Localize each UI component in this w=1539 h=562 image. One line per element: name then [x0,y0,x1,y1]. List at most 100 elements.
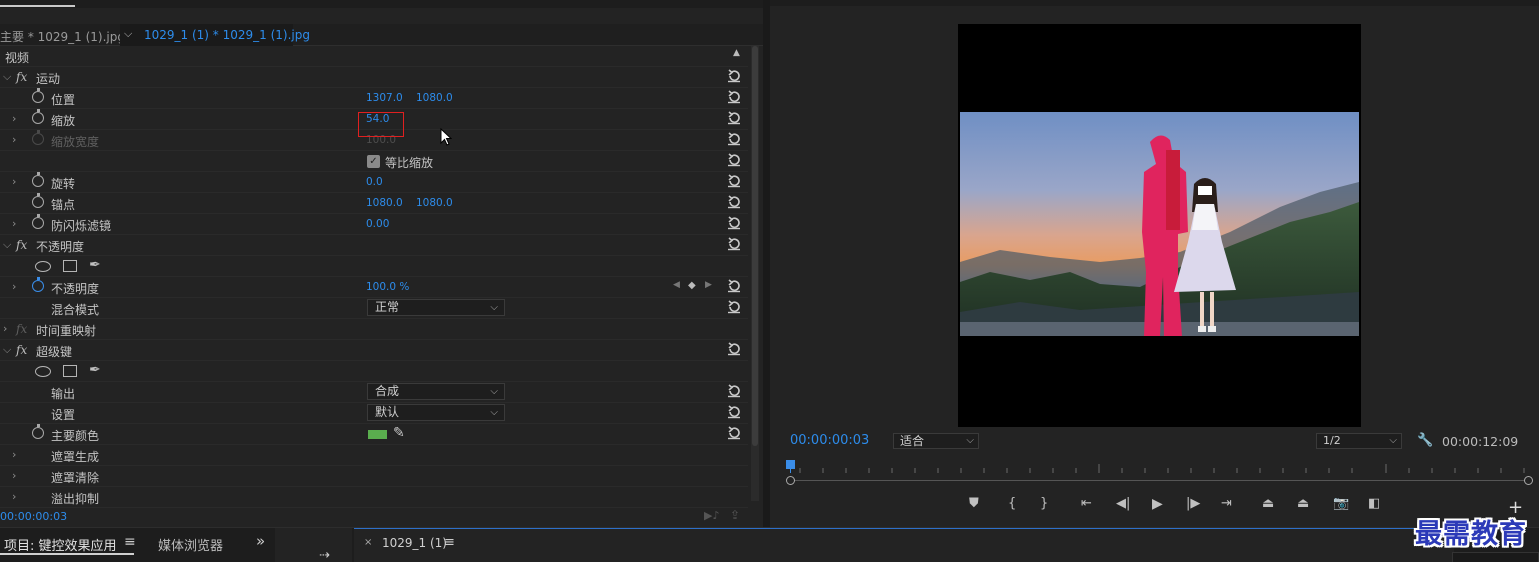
effect-opacity[interactable]: ⌵ fx 不透明度 [0,235,748,256]
lift-icon[interactable]: ⏏ [1262,496,1274,511]
close-icon[interactable]: × [364,537,372,548]
rectangle-mask-icon[interactable] [63,260,77,272]
extract-icon[interactable]: ⏏ [1297,496,1309,511]
ellipse-mask-icon[interactable] [35,261,51,272]
uniform-scale-checkbox[interactable]: ✓ [367,155,380,168]
fx-icon[interactable]: fx [16,238,27,252]
resolution-dropdown[interactable]: 1/2 ⌵ [1316,433,1402,449]
eyedropper-icon[interactable]: ✎ [393,425,405,441]
pen-mask-icon[interactable]: ✒ [89,257,101,273]
export-icon[interactable]: ⇪ [730,508,740,522]
comparison-view-icon[interactable]: ◧ [1368,496,1380,511]
reset-icon[interactable] [727,237,741,251]
wrench-settings-icon[interactable]: 🔧 [1417,433,1433,448]
play-audio-icon[interactable]: ▶♪ [704,509,719,522]
reset-icon[interactable] [727,405,741,419]
go-to-out-icon[interactable]: ⇥ [1221,496,1232,511]
reset-icon[interactable] [727,174,741,188]
stopwatch-icon[interactable] [32,277,44,292]
ellipse-mask-icon[interactable] [35,366,51,377]
panel-menu-icon[interactable]: ≡ [124,534,136,550]
reset-icon[interactable] [727,426,741,440]
scrollbar-thumb[interactable] [752,46,758,446]
more-panels-icon[interactable]: » [256,532,265,550]
play-icon[interactable]: ▶ [1152,496,1163,512]
step-forward-icon[interactable]: |▶ [1186,496,1200,511]
stopwatch-icon[interactable] [32,172,44,187]
chevron-right-icon[interactable]: › [12,469,16,482]
chevron-down-icon[interactable]: ⌵ [124,27,132,41]
timeline-ruler[interactable] [786,458,1533,488]
zoom-fit-dropdown[interactable]: 适合 ⌵ [893,433,979,449]
sequence-tab[interactable]: 1029_1 (1) [382,536,447,550]
reset-icon[interactable] [727,111,741,125]
blend-mode-dropdown[interactable]: 正常 ⌵ [367,299,505,316]
opacity-value[interactable]: 100.0 % [366,281,409,293]
stopwatch-icon[interactable] [32,214,44,229]
reset-icon[interactable] [727,216,741,230]
chevron-down-icon[interactable]: ⌵ [3,70,11,84]
key-color-swatch[interactable] [368,430,387,439]
current-timecode[interactable]: 00:00:00:03 [790,433,869,448]
rotation-value[interactable]: 0.0 [366,176,383,188]
position-y-value[interactable]: 1080.0 [416,92,453,104]
reset-icon[interactable] [727,69,741,83]
reset-icon[interactable] [727,195,741,209]
footer-timecode[interactable]: 00:00:00:03 [0,510,67,523]
camera-export-frame-icon[interactable]: 📷 [1333,496,1349,511]
media-browser-tab[interactable]: 媒体浏览器 [158,535,223,554]
effect-ultra-key[interactable]: ⌵ fx 超级键 [0,340,748,361]
master-clip-label[interactable]: 主要 * 1029_1 (1).jpg [0,28,125,45]
chevron-right-icon[interactable]: › [12,133,16,146]
mark-in-icon[interactable]: { [1008,496,1016,511]
add-keyframe-icon[interactable]: ◆ [688,280,696,291]
effect-controls-scrollbar[interactable] [751,46,759,501]
fx-icon[interactable]: fx [16,343,27,357]
anti-flicker-value[interactable]: 0.00 [366,218,389,230]
fx-icon[interactable]: fx [16,70,27,84]
chevron-right-icon[interactable]: › [12,175,16,188]
collapse-up-icon[interactable]: ▲ [733,48,740,58]
stopwatch-icon[interactable] [32,88,44,103]
step-back-icon[interactable]: ◀| [1116,496,1130,511]
prev-keyframe-icon[interactable]: ◀ [673,280,680,290]
reset-icon[interactable] [727,279,741,293]
add-marker-icon[interactable]: ⛊ [969,496,979,511]
chevron-right-icon[interactable]: › [12,448,16,461]
reset-icon[interactable] [727,132,741,146]
anchor-y-value[interactable]: 1080.0 [416,197,453,209]
in-point-handle[interactable] [786,476,795,485]
mark-out-icon[interactable]: } [1040,496,1048,511]
prop-spill-suppression[interactable]: › 溢出抑制 [0,487,748,508]
reset-icon[interactable] [727,300,741,314]
chevron-right-icon[interactable]: › [12,490,16,503]
effect-time-remap[interactable]: › fx 时间重映射 [0,319,748,340]
chevron-right-icon[interactable]: › [12,112,16,125]
rectangle-mask-icon[interactable] [63,365,77,377]
effect-motion[interactable]: ⌵ fx 运动 [0,67,748,88]
video-frame[interactable] [958,24,1361,427]
stopwatch-icon[interactable] [32,109,44,124]
output-dropdown[interactable]: 合成 ⌵ [367,383,505,400]
chevron-right-icon[interactable]: › [12,217,16,230]
active-clip-label[interactable]: 1029_1 (1) * 1029_1 (1).jpg [144,28,310,42]
reset-icon[interactable] [727,384,741,398]
chevron-right-icon[interactable]: › [12,280,16,293]
project-tab[interactable]: 项目: 键控效果应用 [4,535,117,554]
track-select-icon[interactable]: ⇢ [319,548,330,562]
panel-menu-icon[interactable]: ≡ [444,535,455,550]
chevron-right-icon[interactable]: › [3,322,7,335]
pen-mask-icon[interactable]: ✒ [89,362,101,378]
position-x-value[interactable]: 1307.0 [366,92,403,104]
reset-icon[interactable] [727,90,741,104]
prop-matte-cleanup[interactable]: › 遮罩清除 [0,466,748,487]
reset-icon[interactable] [727,342,741,356]
setting-dropdown[interactable]: 默认 ⌵ [367,404,505,421]
reset-icon[interactable] [727,153,741,167]
next-keyframe-icon[interactable]: ▶ [705,280,712,290]
chevron-down-icon[interactable]: ⌵ [3,343,11,357]
chevron-down-icon[interactable]: ⌵ [3,238,11,252]
prop-matte-generation[interactable]: › 遮罩生成 [0,445,748,466]
anchor-x-value[interactable]: 1080.0 [366,197,403,209]
go-to-in-icon[interactable]: ⇤ [1081,496,1092,511]
